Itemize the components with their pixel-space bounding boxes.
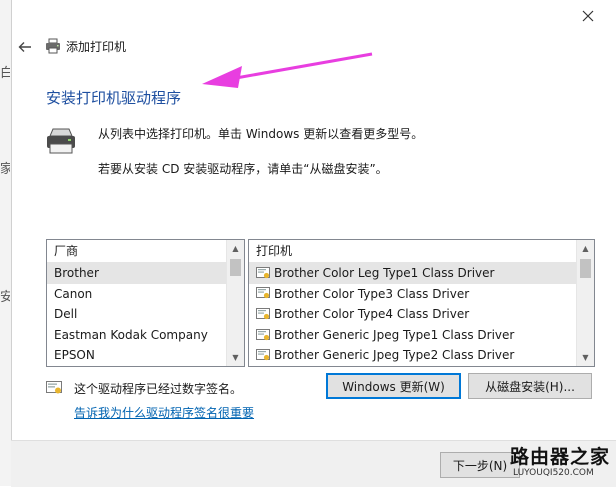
next-button[interactable]: 下一步(N) — [440, 452, 520, 478]
scroll-thumb[interactable] — [230, 259, 241, 276]
edge-glyph: 白 — [0, 66, 10, 81]
list-item-label: Brother Color Type4 Class Driver — [274, 307, 470, 322]
driver-certificate-icon — [256, 307, 270, 320]
list-item[interactable]: Brother Color Type4 Class Driver — [249, 304, 577, 325]
close-button[interactable] — [560, 0, 616, 32]
list-header: 打印机 — [249, 240, 577, 263]
scrollbar[interactable]: ▲ ▼ — [226, 240, 244, 366]
list-header: 厂商 — [47, 240, 227, 263]
list-item[interactable]: Brother — [47, 263, 227, 284]
list-item[interactable]: Brother Color Leg Type1 Class Driver — [249, 263, 577, 284]
list-item[interactable]: Canon — [47, 284, 227, 305]
have-disk-button[interactable]: 从磁盘安装(H)... — [468, 373, 592, 399]
list-item[interactable]: Eastman Kodak Company — [47, 325, 227, 346]
scroll-up-icon[interactable]: ▲ — [227, 240, 244, 257]
watermark-logo: 路由器之家 — [510, 446, 611, 468]
printer-list[interactable]: 打印机 Brother Color Leg Type1 Class Driver… — [248, 239, 595, 367]
window-title: 添加打印机 — [66, 40, 127, 54]
scroll-down-icon[interactable]: ▼ — [227, 349, 244, 366]
driver-certificate-icon — [256, 266, 270, 278]
back-button[interactable] — [14, 36, 36, 58]
edge-glyph: 家 — [0, 162, 10, 177]
page-title: 安装打印机驱动程序 — [46, 89, 182, 107]
manufacturer-list[interactable]: 厂商 Brother Canon Dell Eastman Kodak Comp… — [46, 239, 245, 367]
list-item-label: Brother Color Type3 Class Driver — [274, 286, 470, 301]
annotation-arrow — [202, 52, 373, 88]
printer-icon — [46, 38, 60, 54]
list-item-label: Brother Generic Jpeg Type2 Class Driver — [274, 348, 515, 363]
signed-driver-icon — [46, 381, 62, 394]
driver-certificate-icon — [256, 349, 270, 361]
list-item[interactable]: Brother Generic Jpeg Type2 Class Driver — [249, 345, 577, 366]
windows-update-button[interactable]: Windows 更新(W) — [326, 373, 461, 399]
driver-certificate-icon — [256, 328, 270, 340]
edge-glyph: 安 — [0, 290, 10, 305]
scroll-down-icon[interactable]: ▼ — [577, 349, 594, 366]
instruction-text: 若要从安装 CD 安装驱动程序，请单击“从磁盘安装”。 — [98, 162, 388, 176]
scroll-up-icon[interactable]: ▲ — [577, 240, 594, 257]
driver-certificate-icon — [256, 287, 270, 299]
printer-icon — [47, 128, 75, 154]
instruction-text: 从列表中选择打印机。单击 Windows 更新以查看更多型号。 — [98, 127, 424, 141]
signing-info-link[interactable]: 告诉我为什么驱动程序签名很重要 — [74, 404, 254, 421]
close-icon — [582, 10, 594, 22]
list-item[interactable]: EPSON — [47, 345, 227, 366]
list-item[interactable]: Brother Color Type3 Class Driver — [249, 284, 577, 305]
back-arrow-icon — [18, 42, 31, 52]
signature-status-text: 这个驱动程序已经过数字签名。 — [74, 382, 243, 396]
list-item[interactable]: Dell — [47, 304, 227, 325]
background-window-edge: 白 家 安 — [0, 0, 12, 486]
scroll-thumb[interactable] — [580, 259, 591, 278]
list-item[interactable]: Brother Generic Jpeg Type1 Class Driver — [249, 325, 577, 346]
watermark-url: LUYOUQI520.COM — [513, 468, 594, 478]
list-item-label: Brother Color Leg Type1 Class Driver — [274, 266, 495, 280]
list-item-label: Brother Generic Jpeg Type1 Class Driver — [274, 327, 515, 342]
scrollbar[interactable]: ▲ ▼ — [576, 240, 594, 366]
